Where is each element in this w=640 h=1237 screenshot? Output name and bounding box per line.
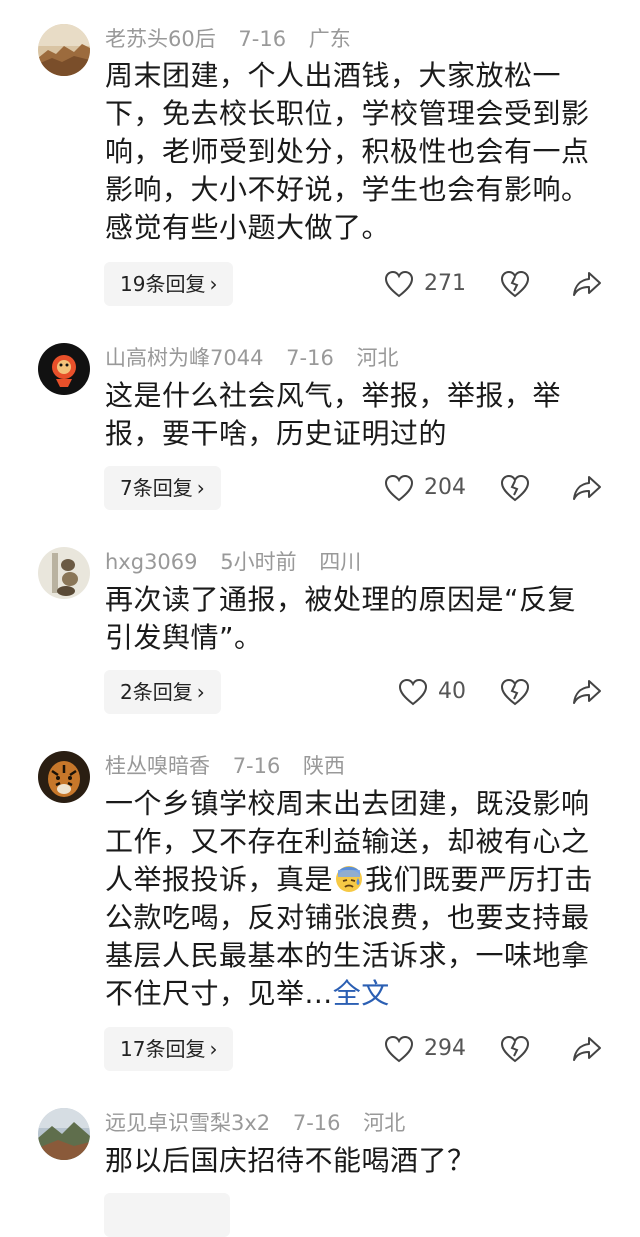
location: 河北 (363, 1111, 406, 1135)
heart-outline-icon[interactable] (384, 474, 414, 502)
like-count: 40 (438, 679, 466, 704)
avatar[interactable] (38, 547, 90, 599)
chevron-right-icon: › (209, 1037, 218, 1061)
comment-meta: 老苏头60后 7-16 广东 (105, 26, 367, 52)
like-count: 204 (424, 475, 466, 500)
share-arrow-icon[interactable] (572, 270, 602, 298)
chevron-right-icon: › (209, 272, 218, 296)
replies-count: 7条回复 (120, 476, 193, 500)
replies-button[interactable]: 17条回复 › (104, 1027, 234, 1071)
username[interactable]: hxg3069 (105, 550, 198, 574)
replies-button[interactable]: 19条回复 › (104, 262, 234, 306)
like-count: 271 (424, 271, 466, 296)
replies-button[interactable] (104, 1193, 230, 1237)
timestamp: 7-16 (238, 27, 287, 51)
broken-heart-icon[interactable] (500, 270, 530, 298)
broken-heart-icon[interactable] (500, 474, 530, 502)
heart-outline-icon[interactable] (384, 270, 414, 298)
avatar[interactable] (38, 343, 90, 395)
replies-count: 17条回复 (120, 1037, 206, 1061)
comment-text: 周末团建，个人出酒钱，大家放松一下，免去校长职位，学校管理会受到影响，老师受到处… (105, 59, 590, 244)
comment-text: 这是什么社会风气，举报，举报，举报，要干啥，历史证明过的 (105, 379, 562, 450)
avatar-image-tiger (38, 751, 90, 803)
avatar[interactable] (38, 1108, 90, 1160)
avatar-image-stones (38, 547, 90, 599)
comment-actions: 294 (380, 1027, 620, 1071)
broken-heart-icon[interactable] (500, 1035, 530, 1063)
share-arrow-icon[interactable] (572, 678, 602, 706)
broken-heart-icon[interactable] (500, 678, 530, 706)
comment-meta: 远见卓识雪梨3x2 7-16 河北 (105, 1110, 421, 1136)
comment-text: 再次读了通报，被处理的原因是“反复引发舆情”。 (105, 583, 577, 654)
comment-actions: 271 (380, 262, 620, 306)
full-text-link[interactable]: 全文 (333, 977, 390, 1010)
username[interactable]: 远见卓识雪梨3x2 (105, 1111, 270, 1135)
location: 陕西 (303, 754, 346, 778)
timestamp: 7-16 (286, 346, 334, 370)
location: 广东 (308, 27, 351, 51)
username[interactable]: 桂丛嗅暗香 (105, 754, 210, 778)
chevron-right-icon: › (196, 476, 205, 500)
location: 四川 (319, 550, 362, 574)
share-arrow-icon[interactable] (572, 1035, 602, 1063)
avatar-image-mascot (38, 343, 90, 395)
location: 河北 (356, 346, 399, 370)
comment-text: 那以后国庆招待不能喝酒了？ (105, 1144, 476, 1177)
cold-sweat-emoji-icon (336, 866, 363, 892)
heart-outline-icon[interactable] (384, 1035, 414, 1063)
avatar[interactable] (38, 751, 90, 803)
avatar-image-landscape (38, 1108, 90, 1160)
comment-meta: hxg3069 5小时前 四川 (105, 549, 377, 575)
replies-count: 19条回复 (120, 272, 206, 296)
like-count: 294 (424, 1036, 466, 1061)
avatar-image-great-wall (38, 24, 90, 76)
username[interactable]: 老苏头60后 (105, 27, 216, 51)
heart-outline-icon[interactable] (398, 678, 428, 706)
comment-actions: 204 (380, 466, 620, 510)
replies-button[interactable]: 2条回复 › (104, 670, 221, 714)
comment-actions: 40 (380, 670, 620, 714)
comment-meta: 山高树为峰7044 7-16 河北 (105, 345, 415, 371)
timestamp: 5小时前 (220, 550, 297, 574)
username[interactable]: 山高树为峰7044 (105, 346, 263, 370)
avatar[interactable] (38, 24, 90, 76)
replies-count: 2条回复 (120, 680, 193, 704)
timestamp: 7-16 (292, 1111, 341, 1135)
chevron-right-icon: › (196, 680, 205, 704)
comment-meta: 桂丛嗅暗香 7-16 陕西 (105, 753, 361, 779)
comment-text: 一个乡镇学校周末出去团建，既没影响工作，又不存在利益输送，却被有心之人举报投诉，… (105, 785, 595, 1013)
share-arrow-icon[interactable] (572, 474, 602, 502)
replies-button[interactable]: 7条回复 › (104, 466, 221, 510)
timestamp: 7-16 (232, 754, 281, 778)
